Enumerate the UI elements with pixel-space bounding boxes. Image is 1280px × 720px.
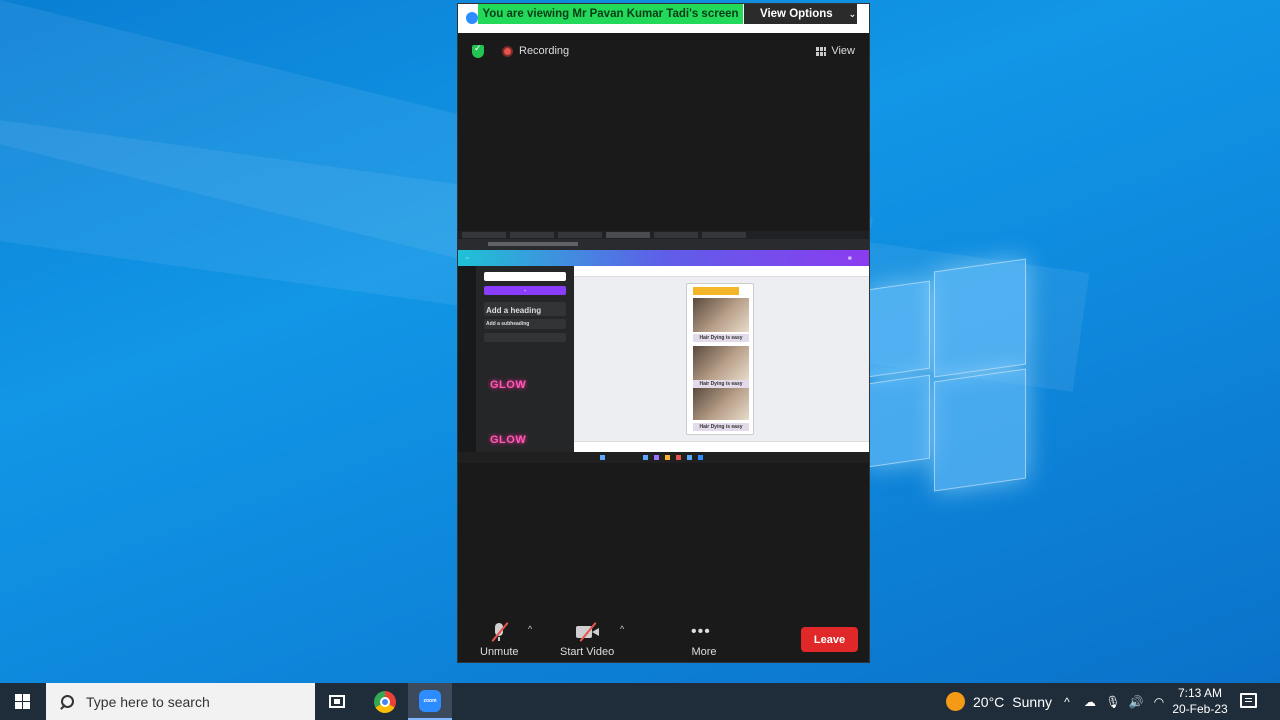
zoom-control-bar: Unmute ^ Start Video ^ ••• More Leave	[458, 606, 869, 662]
sun-icon	[946, 692, 965, 711]
network-cloud-icon[interactable]: ☁	[1083, 695, 1097, 709]
security-shield-icon[interactable]	[472, 43, 484, 58]
unmute-button[interactable]: Unmute	[480, 622, 519, 658]
video-options-caret-icon[interactable]: ^	[620, 624, 624, 634]
shared-add-heading: Add a heading	[486, 306, 542, 315]
notification-center-icon[interactable]	[1240, 693, 1257, 708]
shared-browser-tabs	[458, 231, 869, 239]
microphone-icon[interactable]: 🎙	[1105, 695, 1120, 709]
microphone-muted-icon	[486, 622, 512, 642]
zoom-logo-icon	[466, 12, 478, 24]
more-label: More	[691, 646, 717, 658]
chrome-icon	[374, 690, 396, 713]
clock-date: 20-Feb-23	[1172, 702, 1228, 716]
weather-condition: Sunny	[1012, 693, 1052, 710]
shared-screen-view[interactable]: ⌂ ▦ + Add a heading Add a subheading GLO…	[458, 231, 869, 463]
chrome-taskbar-button[interactable]	[363, 683, 407, 720]
chevron-down-icon: ⌄	[848, 8, 857, 19]
shared-caption-1: Hair Dying is easy	[693, 334, 749, 342]
zoom-title-area: You are viewing Mr Pavan Kumar Tadi's sc…	[458, 4, 869, 33]
shared-windows-taskbar	[458, 452, 869, 463]
windows-logo-wallpaper	[868, 255, 1028, 495]
recording-label: Recording	[519, 45, 570, 57]
search-placeholder: Type here to search	[86, 693, 210, 710]
shared-editor-toolbar	[574, 266, 869, 277]
shared-glow-sample: GLOW	[490, 379, 527, 391]
start-video-button[interactable]: Start Video	[560, 622, 614, 658]
recording-dot-icon	[502, 45, 513, 57]
shared-caption-3: Hair Dying is easy	[693, 423, 749, 431]
shared-text-panel: + Add a heading Add a subheading GLOW GL…	[476, 266, 574, 452]
taskbar-clock[interactable]: 7:13 AM 20-Feb-23	[1172, 685, 1228, 717]
shared-address-bar	[458, 239, 869, 250]
audio-options-caret-icon[interactable]: ^	[528, 624, 532, 634]
windows-taskbar: Type here to search zoom 20°C Sunny ^ ☁ …	[0, 683, 1280, 720]
shared-add-subheading: Add a subheading	[486, 321, 530, 327]
windows-start-icon	[14, 694, 30, 709]
weather-widget[interactable]: 20°C Sunny	[946, 683, 1052, 720]
start-button[interactable]	[0, 683, 44, 720]
start-video-label: Start Video	[560, 646, 615, 658]
recording-indicator[interactable]: Recording	[502, 45, 569, 57]
show-hidden-icons-chevron-icon[interactable]: ^	[1060, 695, 1074, 709]
shared-photo-3	[693, 388, 749, 420]
leave-button[interactable]: Leave	[801, 627, 858, 652]
zoom-app-icon: zoom	[419, 689, 441, 712]
screen-share-banner: You are viewing Mr Pavan Kumar Tadi's sc…	[478, 4, 743, 24]
taskbar-search-box[interactable]: Type here to search	[46, 683, 315, 720]
clock-time: 7:13 AM	[1177, 686, 1223, 700]
more-button[interactable]: ••• More	[691, 622, 717, 658]
shared-status-bar	[574, 441, 869, 452]
view-button[interactable]: View	[816, 45, 855, 57]
shared-photo-2	[693, 346, 749, 380]
view-options-button[interactable]: View Options ⌄	[744, 4, 857, 24]
search-icon	[60, 694, 74, 709]
system-tray: ^ ☁ 🎙 🔊 ◠	[1060, 683, 1166, 720]
shared-caption-2: Hair Dying is easy	[693, 380, 749, 388]
shared-add-textbox-button: +	[484, 286, 566, 295]
more-dots-icon: •••	[691, 623, 711, 640]
shared-canva-header: ⌂ ▦	[458, 250, 869, 266]
shared-search-field	[484, 272, 566, 281]
unmute-label: Unmute	[480, 646, 519, 658]
task-view-button[interactable]	[315, 683, 359, 720]
wifi-icon[interactable]: ◠	[1152, 695, 1166, 709]
weather-temperature: 20°C	[973, 693, 1005, 710]
shared-glow-sample-2: GLOW	[490, 434, 527, 446]
view-label: View	[831, 45, 855, 57]
task-view-icon	[329, 695, 345, 708]
grid-view-icon	[816, 46, 827, 56]
view-options-label: View Options	[760, 8, 833, 20]
video-off-icon	[574, 622, 600, 642]
shared-design-canvas: Hair Dying is easy Hair Dying is easy Ha…	[574, 277, 869, 441]
shared-side-rail	[458, 266, 476, 452]
zoom-taskbar-button[interactable]: zoom	[408, 683, 452, 720]
shared-photo-1	[693, 298, 749, 332]
zoom-meeting-window: You are viewing Mr Pavan Kumar Tadi's sc…	[457, 3, 870, 663]
volume-icon[interactable]: 🔊	[1129, 695, 1144, 709]
shared-design-page: Hair Dying is easy Hair Dying is easy Ha…	[686, 283, 754, 435]
